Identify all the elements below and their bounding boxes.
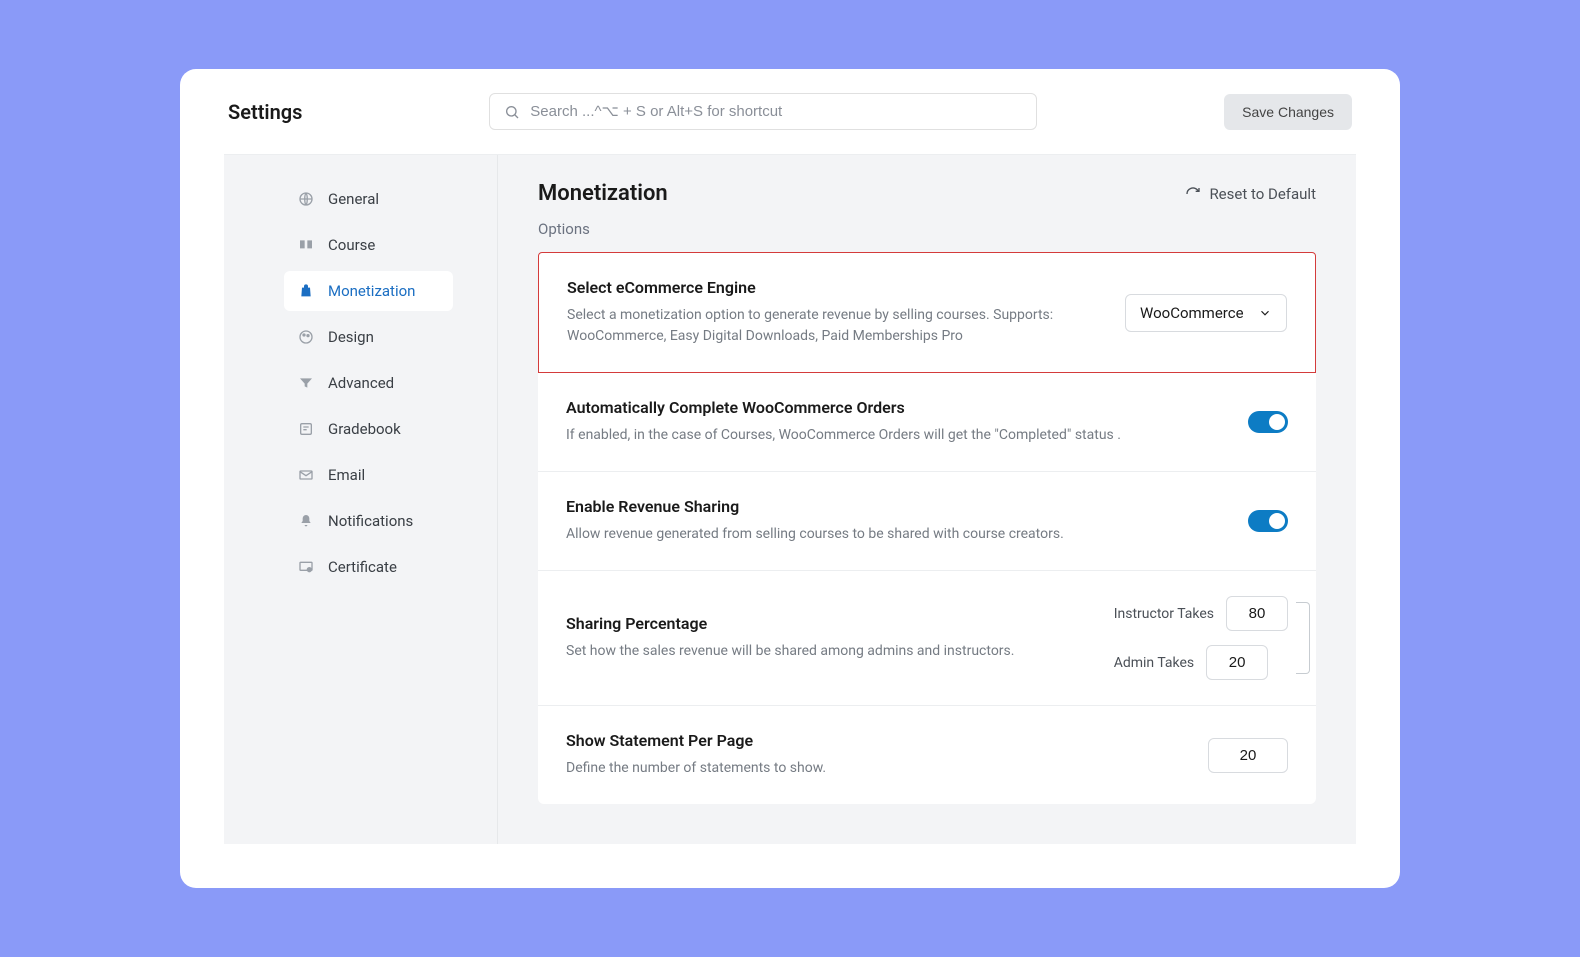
row-statements-per-page: Show Statement Per Page Define the numbe… [538,706,1316,804]
palette-icon [298,329,314,345]
row-autocomplete-orders: Automatically Complete WooCommerce Order… [538,373,1316,472]
options-label: Options [538,220,1316,238]
section-heading: Monetization [538,181,668,206]
admin-label: Admin Takes [1114,655,1194,671]
row-sharing-percentage: Sharing Percentage Set how the sales rev… [538,571,1316,706]
sidebar-item-label: Gradebook [328,420,401,438]
body-row: General Course Monetization Design [224,154,1356,844]
top-bar: Settings Save Changes [180,69,1400,154]
mail-icon [298,467,314,483]
sidebar-item-advanced[interactable]: Advanced [284,363,453,403]
row-desc: Select a monetization option to generate… [567,305,1095,347]
sidebar: General Course Monetization Design [224,155,498,844]
settings-panel: Select eCommerce Engine Select a monetiz… [538,252,1316,804]
admin-takes-field: Admin Takes [1114,645,1288,680]
sidebar-item-certificate[interactable]: Certificate [284,547,453,587]
row-desc: Define the number of statements to show. [566,758,1178,779]
row-desc: Allow revenue generated from selling cou… [566,524,1218,545]
sidebar-item-notifications[interactable]: Notifications [284,501,453,541]
row-ecommerce-engine: Select eCommerce Engine Select a monetiz… [538,252,1316,373]
sidebar-item-design[interactable]: Design [284,317,453,357]
row-text: Sharing Percentage Set how the sales rev… [566,614,1084,662]
save-button[interactable]: Save Changes [1224,94,1352,130]
select-value: WooCommerce [1140,304,1244,322]
autocomplete-toggle[interactable] [1248,411,1288,433]
reset-label: Reset to Default [1209,185,1316,203]
row-title: Sharing Percentage [566,614,1084,633]
certificate-icon [298,559,314,575]
sidebar-item-email[interactable]: Email [284,455,453,495]
sidebar-item-label: Certificate [328,558,397,576]
search-input[interactable] [530,103,1022,120]
row-text: Enable Revenue Sharing Allow revenue gen… [566,497,1218,545]
reset-button[interactable]: Reset to Default [1185,185,1316,203]
linked-bracket [1296,602,1310,674]
admin-takes-input[interactable] [1206,645,1268,680]
book-icon [298,237,314,253]
instructor-takes-input[interactable] [1226,596,1288,631]
row-title: Select eCommerce Engine [567,278,1095,297]
search-wrap [322,93,1204,130]
sidebar-item-gradebook[interactable]: Gradebook [284,409,453,449]
search-icon [504,104,520,120]
revenue-sharing-toggle[interactable] [1248,510,1288,532]
row-enable-revenue-sharing: Enable Revenue Sharing Allow revenue gen… [538,472,1316,571]
content-head: Monetization Reset to Default [538,181,1316,206]
sidebar-item-label: Course [328,236,375,254]
row-title: Enable Revenue Sharing [566,497,1218,516]
filter-icon [298,375,314,391]
sidebar-item-label: Advanced [328,374,394,392]
row-title: Automatically Complete WooCommerce Order… [566,398,1218,417]
row-desc: If enabled, in the case of Courses, WooC… [566,425,1218,446]
row-text: Automatically Complete WooCommerce Order… [566,398,1218,446]
row-desc: Set how the sales revenue will be shared… [566,641,1084,662]
bell-icon [298,513,314,529]
gradebook-icon [298,421,314,437]
instructor-takes-field: Instructor Takes [1114,596,1288,631]
app-window: Settings Save Changes General [180,69,1400,888]
content: Monetization Reset to Default Options Se… [498,155,1356,844]
sidebar-item-course[interactable]: Course [284,225,453,265]
sharing-controls: Instructor Takes Admin Takes [1114,596,1288,680]
row-title: Show Statement Per Page [566,731,1178,750]
sidebar-item-label: Design [328,328,374,346]
instructor-label: Instructor Takes [1114,606,1214,622]
search-box[interactable] [489,93,1037,130]
sidebar-item-general[interactable]: General [284,179,453,219]
statements-per-page-input[interactable] [1208,738,1288,773]
sidebar-item-label: Monetization [328,282,415,300]
sidebar-item-label: Email [328,466,365,484]
sidebar-item-monetization[interactable]: Monetization [284,271,453,311]
refresh-icon [1185,186,1201,202]
row-text: Show Statement Per Page Define the numbe… [566,731,1178,779]
ecommerce-engine-select[interactable]: WooCommerce [1125,294,1287,332]
row-text: Select eCommerce Engine Select a monetiz… [567,278,1095,347]
chevron-down-icon [1258,306,1272,320]
bag-icon [298,283,314,299]
sidebar-item-label: General [328,190,379,208]
sidebar-item-label: Notifications [328,512,413,530]
globe-icon [298,191,314,207]
page-title: Settings [228,100,302,124]
